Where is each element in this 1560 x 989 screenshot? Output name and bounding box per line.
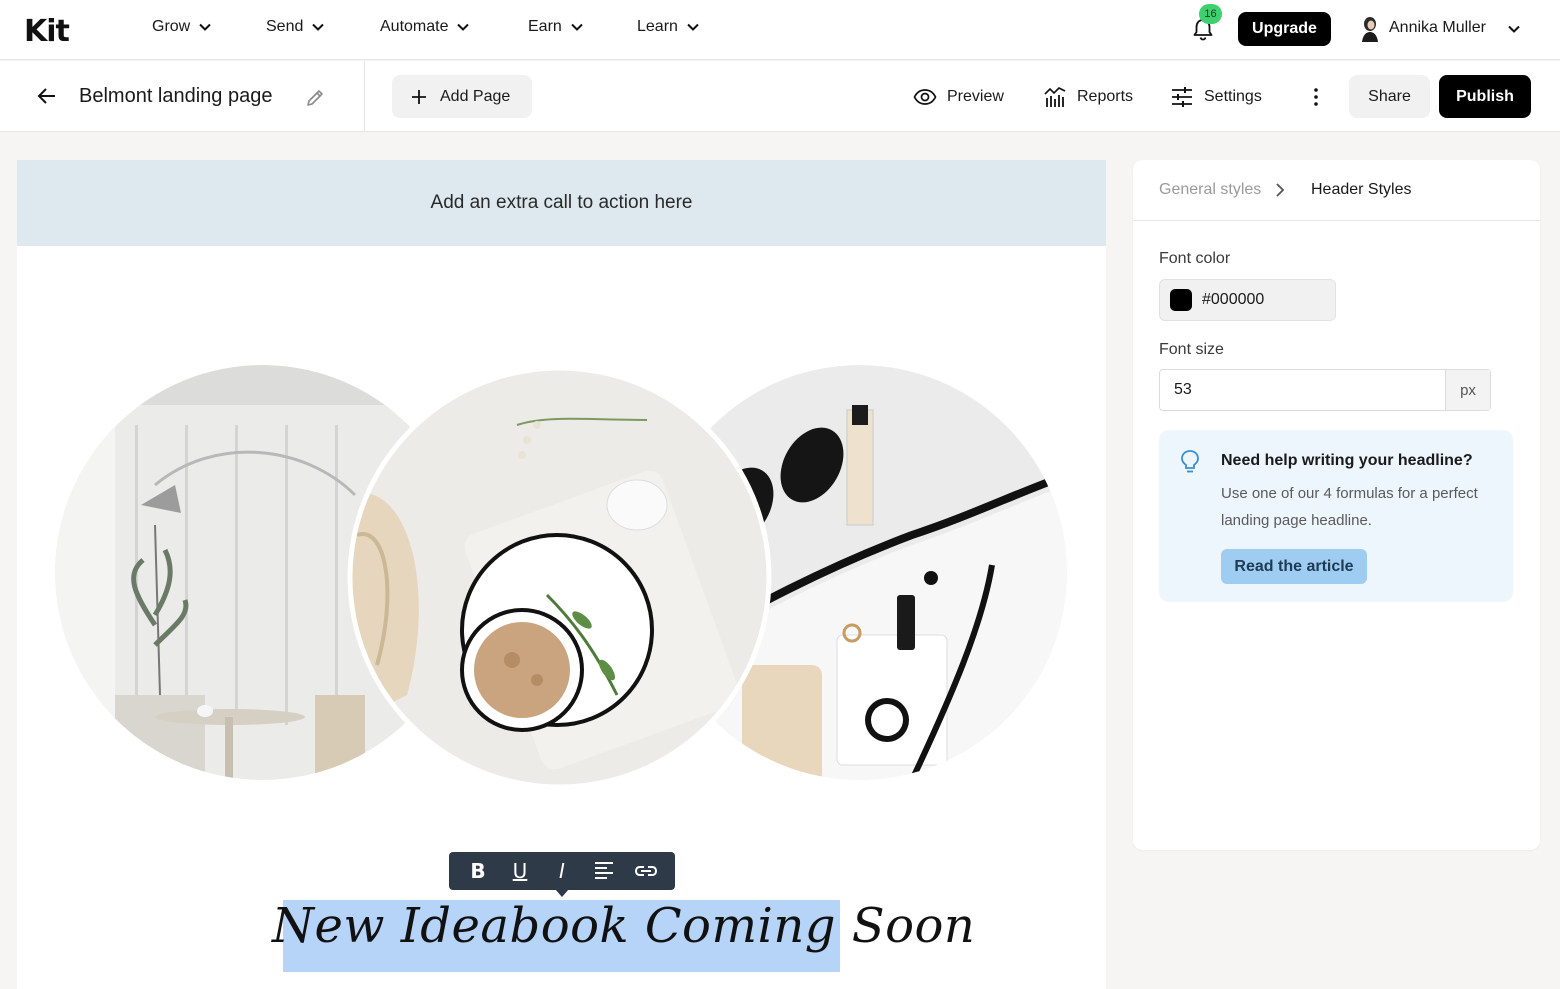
chart-icon [1044,87,1066,107]
font-color-value: #000000 [1202,291,1265,308]
underline-button[interactable]: U [507,858,533,884]
chevron-down-icon [457,23,470,31]
link-button[interactable] [633,858,659,884]
page-canvas: Add an extra call to action here B U I N… [17,160,1106,989]
add-page-label: Add Page [440,87,511,105]
avatar[interactable] [1358,16,1382,42]
user-name[interactable]: Annika Muller [1389,19,1486,37]
nav-earn[interactable]: Earn [528,18,584,36]
page-title[interactable]: Belmont landing page [79,85,272,108]
preview-button[interactable]: Preview [913,85,1004,109]
chevron-down-icon[interactable] [1507,22,1521,36]
headline-help-box: Need help writing your headline? Use one… [1159,430,1513,602]
reports-button[interactable]: Reports [1043,85,1133,109]
pencil-icon[interactable] [304,87,326,109]
lightbulb-icon [1181,450,1199,473]
cta-bar[interactable]: Add an extra call to action here [17,160,1106,246]
nav-grow[interactable]: Grow [152,18,212,36]
color-swatch[interactable] [1170,289,1192,311]
align-left-icon [595,862,613,879]
toolbar-caret [555,889,569,897]
headline-text[interactable]: New Ideabook Coming Soon [272,898,975,954]
eye-icon [913,89,937,105]
chevron-right-icon [1276,183,1285,197]
link-icon [634,866,658,876]
nav-send[interactable]: Send [266,18,325,36]
settings-label: Settings [1204,88,1262,105]
help-text: Use one of our 4 formulas for a perfect … [1221,485,1478,529]
notification-badge: 16 [1199,4,1222,24]
nav-automate[interactable]: Automate [380,18,470,36]
font-size-unit: px [1445,370,1490,410]
read-article-button[interactable]: Read the article [1221,549,1367,584]
upgrade-button[interactable]: Upgrade [1238,12,1331,46]
settings-button[interactable]: Settings [1170,85,1262,109]
align-button[interactable] [591,858,617,884]
italic-button[interactable]: I [549,858,575,884]
styles-panel: General styles Header Styles Font color … [1133,160,1540,850]
breadcrumb: General styles Header Styles [1133,160,1540,221]
share-button[interactable]: Share [1349,75,1430,118]
reports-label: Reports [1077,88,1134,105]
nav-grow-label: Grow [152,18,191,35]
plus-icon [412,89,426,104]
crumb-header-styles: Header Styles [1311,181,1412,198]
font-size-label: Font size [1159,341,1224,358]
font-size-field: 53 px [1159,369,1491,411]
nav-learn-label: Learn [637,18,678,35]
more-vertical-icon[interactable] [1306,85,1326,109]
chevron-down-icon [687,23,699,31]
chevron-down-icon [312,23,325,31]
preview-label: Preview [947,88,1004,105]
nav-learn[interactable]: Learn [637,18,700,36]
add-page-button[interactable]: Add Page [392,75,532,118]
chevron-down-icon [199,23,211,31]
publish-button[interactable]: Publish [1439,75,1531,118]
back-arrow-icon[interactable] [36,85,58,107]
font-color-label: Font color [1159,250,1231,267]
sliders-icon [1172,87,1192,107]
kit-logo[interactable]: Kit [24,14,70,49]
nav-automate-label: Automate [380,18,449,35]
help-title: Need help writing your headline? [1221,452,1473,469]
nav-earn-label: Earn [528,18,562,35]
nav-send-label: Send [266,18,304,35]
chevron-down-icon [571,23,583,31]
image-circles [17,365,1106,790]
text-format-toolbar: B U I [449,852,675,890]
crumb-general-styles[interactable]: General styles [1159,181,1261,199]
font-size-input[interactable]: 53 [1160,370,1445,410]
coffee-photo[interactable] [347,365,772,790]
editor-toolbar: Belmont landing page Add Page Preview Re… [0,61,1560,132]
top-nav: Kit Grow Send Automate Earn Learn 16 Upg… [0,0,1560,60]
toolbar-divider [364,61,365,132]
font-color-field[interactable]: #000000 [1159,279,1336,321]
bold-button[interactable]: B [465,858,491,884]
